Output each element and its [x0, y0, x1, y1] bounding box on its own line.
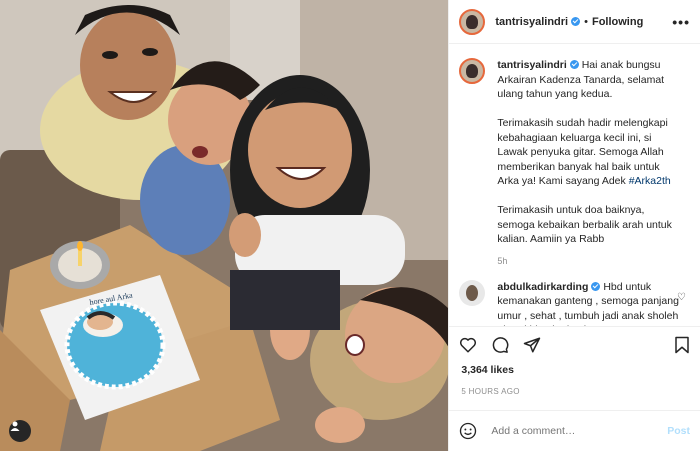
- avatar[interactable]: [459, 8, 486, 35]
- post-timestamp[interactable]: 5 HOURS AGO: [449, 387, 700, 396]
- caption-username[interactable]: tantrisyalindri: [497, 59, 566, 71]
- hashtag-link[interactable]: #Arka2th: [629, 175, 671, 187]
- action-bar: [449, 326, 700, 362]
- post-sidebar: tantrisyalindri • Following ••• tantrisy…: [448, 0, 700, 451]
- like-count[interactable]: 3,364 likes: [449, 364, 700, 376]
- comments-section[interactable]: tantrisyalindri Hai anak bungsu Arkairan…: [449, 44, 700, 326]
- caption-paragraph-3: Terimakasih untuk doa baiknya, semoga ke…: [497, 204, 672, 245]
- family-photo-illustration: hore aul Arka: [0, 0, 449, 451]
- verified-badge-icon: [569, 60, 579, 69]
- bookmark-icon[interactable]: [674, 336, 690, 354]
- comment-icon[interactable]: [491, 336, 509, 354]
- instagram-post: hore aul Arka tantrisyalindri • Followin…: [0, 0, 700, 451]
- share-icon[interactable]: [523, 336, 541, 354]
- verified-badge-icon: [591, 281, 601, 291]
- emoji-icon[interactable]: [459, 422, 477, 440]
- heart-icon[interactable]: [459, 336, 477, 354]
- comment-input[interactable]: [489, 424, 668, 438]
- comment-text: abdulkadirkarding Hbd untuk kemanakan ga…: [497, 280, 682, 327]
- comment-row: abdulkadirkarding Hbd untuk kemanakan ga…: [459, 279, 690, 327]
- separator-dot: •: [584, 15, 588, 28]
- post-comment-button[interactable]: Post: [667, 425, 690, 437]
- user-icon: [10, 421, 20, 431]
- avatar[interactable]: [459, 58, 486, 84]
- post-photo[interactable]: hore aul Arka: [0, 0, 449, 451]
- comment-username[interactable]: abdulkadirkarding: [497, 281, 588, 293]
- author-username[interactable]: tantrisyalindri: [495, 16, 568, 28]
- add-comment-bar: Post: [449, 410, 700, 451]
- user-tag-button[interactable]: [9, 420, 31, 442]
- commenter-avatar[interactable]: [459, 279, 486, 306]
- post-header: tantrisyalindri • Following •••: [449, 0, 700, 44]
- comment-like-icon[interactable]: ♡: [677, 292, 686, 303]
- more-options-icon[interactable]: •••: [672, 14, 690, 30]
- caption-age: 5h: [497, 255, 508, 266]
- caption: tantrisyalindri Hai anak bungsu Arkairan…: [459, 58, 690, 247]
- following-button[interactable]: Following: [592, 16, 643, 28]
- verified-badge-icon: [571, 17, 581, 26]
- caption-text: tantrisyalindri Hai anak bungsu Arkairan…: [497, 58, 682, 247]
